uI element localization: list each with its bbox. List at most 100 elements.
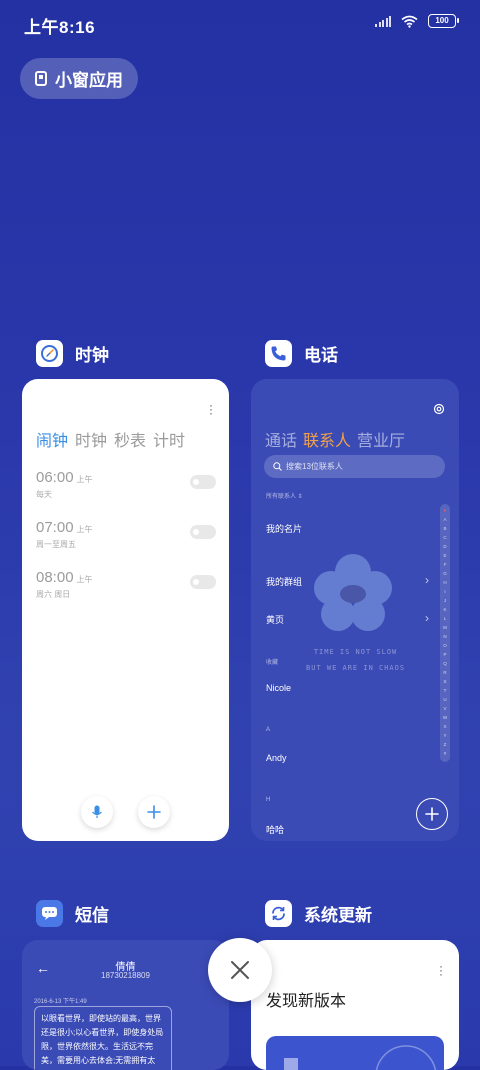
alphabet-index-letter[interactable]: #	[444, 749, 447, 758]
sms-app-name: 短信	[75, 906, 109, 925]
alphabet-index-letter[interactable]: K	[443, 605, 446, 614]
alphabet-index-letter[interactable]: C	[443, 533, 446, 542]
alphabet-index-letter[interactable]: O	[443, 641, 447, 650]
alphabet-index-letter[interactable]: J	[444, 596, 446, 605]
alphabet-index-letter[interactable]: Y	[443, 731, 446, 740]
alarm-time: 08:00	[36, 569, 74, 586]
alphabet-index-letter[interactable]: T	[444, 686, 447, 695]
alphabet-index-letter[interactable]: Z	[444, 740, 447, 749]
plus-icon	[425, 807, 439, 821]
clock-app-name: 时钟	[75, 346, 109, 365]
my-groups-item[interactable]: 我的群组	[266, 575, 302, 588]
phone-app-header[interactable]: 电话	[265, 340, 338, 367]
sms-app-card[interactable]: ← 倩倩 18730218809 2016-6-13 下午1:49 以眼看世界，…	[22, 940, 229, 1070]
flower-illustration	[314, 554, 392, 631]
alarm-item[interactable]: 06:00 上午 每天	[36, 469, 216, 500]
update-headline: 发现新版本	[266, 993, 347, 1010]
my-card-item[interactable]: 我的名片	[266, 522, 302, 535]
alarm-time: 07:00	[36, 519, 74, 536]
status-icons: 100	[375, 14, 459, 28]
sms-app-header[interactable]: 短信	[36, 900, 109, 927]
add-contact-button[interactable]	[416, 798, 448, 830]
update-app-card[interactable]: · · · 发现新版本	[251, 940, 459, 1070]
alphabet-index-letter[interactable]: W	[443, 713, 447, 722]
alphabet-index-letter[interactable]: P	[443, 650, 446, 659]
contact-item[interactable]: Nicole	[266, 683, 291, 693]
alphabet-index-letter[interactable]: B	[443, 524, 446, 533]
alphabet-index-letter[interactable]: N	[443, 632, 446, 641]
alarm-item[interactable]: 07:00 上午 周一至周五	[36, 519, 216, 550]
alphabet-index-letter[interactable]: D	[443, 542, 446, 551]
alarm-toggle[interactable]	[190, 475, 216, 489]
alphabet-index-letter[interactable]: V	[443, 704, 446, 713]
tab-stopwatch[interactable]: 秒表	[114, 427, 146, 451]
alphabet-index-letter[interactable]: H	[443, 578, 446, 587]
all-contacts-filter[interactable]: 所有联系人 ⇕	[266, 491, 303, 500]
alphabet-index-letter[interactable]: ♥	[444, 506, 447, 515]
contact-search-input[interactable]: 搜索13位联系人	[264, 455, 445, 478]
alphabet-index-letter[interactable]: X	[443, 722, 446, 731]
section-header-favorites: 收藏	[266, 660, 279, 666]
contact-item[interactable]: 哈哈	[266, 823, 284, 836]
section-header-h: H	[266, 797, 271, 803]
sms-timestamp: 2016-6-13 下午1:49	[34, 999, 87, 1005]
clock-tabs: 闹钟 时钟 秒表 计时	[36, 427, 185, 451]
wifi-icon	[401, 15, 418, 28]
close-icon	[231, 961, 249, 979]
contact-item[interactable]: Andy	[266, 753, 287, 763]
update-app-name: 系统更新	[304, 906, 372, 925]
clock-app-icon	[36, 340, 63, 367]
alphabet-index-letter[interactable]: E	[443, 551, 446, 560]
mini-window-button[interactable]: 小窗应用	[20, 58, 138, 99]
alphabet-index-letter[interactable]: S	[443, 677, 446, 686]
alphabet-index-letter[interactable]: U	[443, 695, 446, 704]
alphabet-index-letter[interactable]: F	[444, 560, 447, 569]
alphabet-index-letter[interactable]: A	[443, 515, 446, 524]
alphabet-index-letter[interactable]: R	[443, 668, 446, 677]
tab-alarm[interactable]: 闹钟	[36, 427, 68, 451]
update-app-header[interactable]: 系统更新	[265, 900, 372, 927]
clock-app-header[interactable]: 时钟	[36, 340, 109, 367]
more-menu-icon[interactable]: · · ·	[439, 960, 443, 980]
phone-app-card[interactable]: 通话 联系人 营业厅 搜索13位联系人 所有联系人 ⇕ TIME IS NOT …	[251, 379, 459, 841]
sms-message-bubble: 以眼看世界，即使站的最高，世界还是很小;以心看世界，即使身处局限，世界依然很大。…	[34, 1006, 172, 1070]
alarm-toggle[interactable]	[190, 525, 216, 539]
update-app-icon	[265, 900, 292, 927]
settings-gear-icon[interactable]	[433, 403, 445, 415]
tab-service-hall[interactable]: 营业厅	[357, 427, 405, 451]
voice-alarm-button[interactable]	[81, 796, 113, 828]
update-banner-image	[266, 1036, 444, 1070]
phone-app-name: 电话	[304, 346, 338, 365]
mini-window-icon	[35, 71, 47, 86]
tab-timer[interactable]: 计时	[153, 427, 185, 451]
alarm-ampm: 上午	[76, 575, 93, 584]
tab-calls[interactable]: 通话	[265, 427, 297, 451]
alphabet-index-bar[interactable]: ♥ A B C D E F G H I J K L M N O P Q R S T U V W X Y Z #	[440, 504, 450, 762]
tab-contacts[interactable]: 联系人	[303, 427, 351, 451]
alphabet-index-letter[interactable]: M	[443, 623, 447, 632]
more-menu-icon[interactable]: · · ·	[209, 399, 213, 419]
search-placeholder: 搜索13位联系人	[286, 462, 343, 471]
chevron-right-icon: ›	[425, 573, 429, 587]
alarm-toggle[interactable]	[190, 575, 216, 589]
plus-icon	[147, 805, 161, 819]
add-alarm-button[interactable]	[138, 796, 170, 828]
alarm-item[interactable]: 08:00 上午 周六 周日	[36, 569, 216, 600]
alphabet-index-letter[interactable]: Q	[443, 659, 447, 668]
alarm-ampm: 上午	[76, 525, 93, 534]
phone-app-icon	[265, 340, 292, 367]
clock-app-card[interactable]: · · · 闹钟 时钟 秒表 计时 06:00 上午 每天 07:00 上午 周一至周五…	[22, 379, 229, 841]
alphabet-index-letter[interactable]: I	[444, 587, 445, 596]
slogan-line-1: TIME IS NOT SLOW	[313, 648, 398, 656]
alarm-repeat: 每天	[36, 490, 52, 499]
alphabet-index-letter[interactable]: L	[444, 614, 447, 623]
all-contacts-label: 所有联系人	[266, 494, 297, 500]
alphabet-index-letter[interactable]: G	[443, 569, 447, 578]
alarm-ampm: 上午	[76, 475, 93, 484]
search-icon	[273, 462, 282, 471]
tab-clock[interactable]: 时钟	[75, 427, 107, 451]
sms-contact-number: 18730218809	[101, 971, 150, 980]
close-all-button[interactable]	[208, 938, 272, 1002]
section-header-a: A	[266, 727, 271, 733]
yellow-pages-item[interactable]: 黄页	[266, 613, 284, 626]
